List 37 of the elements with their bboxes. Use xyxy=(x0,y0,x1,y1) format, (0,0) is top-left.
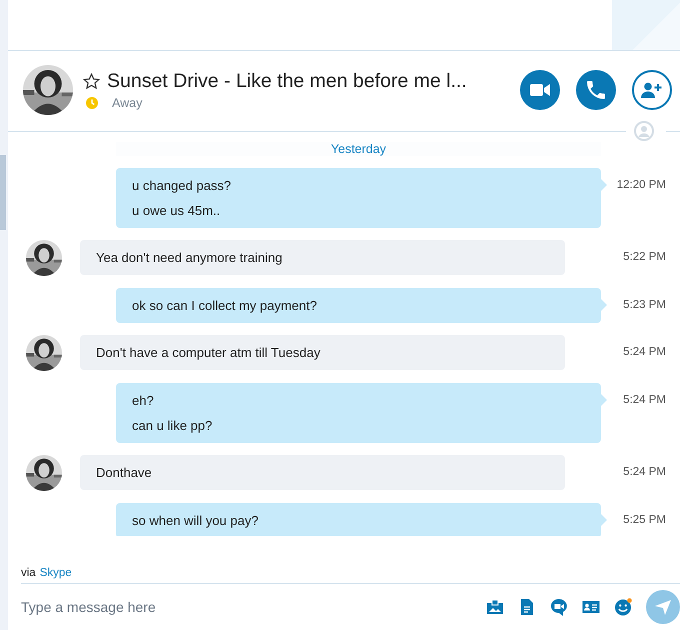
message-text: u owe us 45m.. xyxy=(132,203,222,218)
message-text: so when will you pay? xyxy=(132,513,260,528)
contact-card-icon[interactable] xyxy=(582,598,600,616)
message-time: 5:24 PM xyxy=(623,465,666,478)
video-call-button[interactable] xyxy=(520,70,560,110)
star-icon[interactable] xyxy=(83,73,100,90)
message-text: eh? xyxy=(132,393,155,408)
image-icon[interactable] xyxy=(486,598,504,616)
status-text: Away xyxy=(112,96,142,110)
phone-icon xyxy=(587,81,605,99)
message-input[interactable]: Type a message here xyxy=(21,599,472,615)
message-time: 5:23 PM xyxy=(623,298,666,311)
message-time: 5:24 PM xyxy=(623,345,666,358)
contact-name: Sunset Drive - Like the men before me l... xyxy=(107,70,467,93)
message-time: 5:24 PM xyxy=(623,393,666,406)
video-camera-icon xyxy=(530,83,550,97)
clock-icon xyxy=(86,97,98,109)
corner-decoration xyxy=(612,0,680,50)
message-text: u changed pass? xyxy=(132,178,232,193)
scrollbar-thumb[interactable] xyxy=(0,155,6,230)
message-text: can u like pp? xyxy=(132,418,214,433)
emoji-icon[interactable] xyxy=(614,598,632,616)
skype-link[interactable]: Skype xyxy=(40,567,72,579)
via-label: via xyxy=(21,567,36,579)
add-contact-button[interactable] xyxy=(632,70,672,110)
message-text: Yea don't need anymore training xyxy=(96,250,284,265)
message-time: 5:25 PM xyxy=(623,513,666,526)
add-person-icon xyxy=(641,82,663,98)
document-icon[interactable] xyxy=(518,598,536,616)
message-text: Don't have a computer atm till Tuesday xyxy=(96,345,322,360)
call-button[interactable] xyxy=(576,70,616,110)
message-text: ok so can I collect my payment? xyxy=(132,298,318,313)
message-text: Donthave xyxy=(96,465,153,480)
message-time: 5:22 PM xyxy=(623,250,666,263)
video-message-icon[interactable] xyxy=(550,598,568,616)
message-time: 12:20 PM xyxy=(616,178,666,191)
send-icon xyxy=(654,598,672,616)
